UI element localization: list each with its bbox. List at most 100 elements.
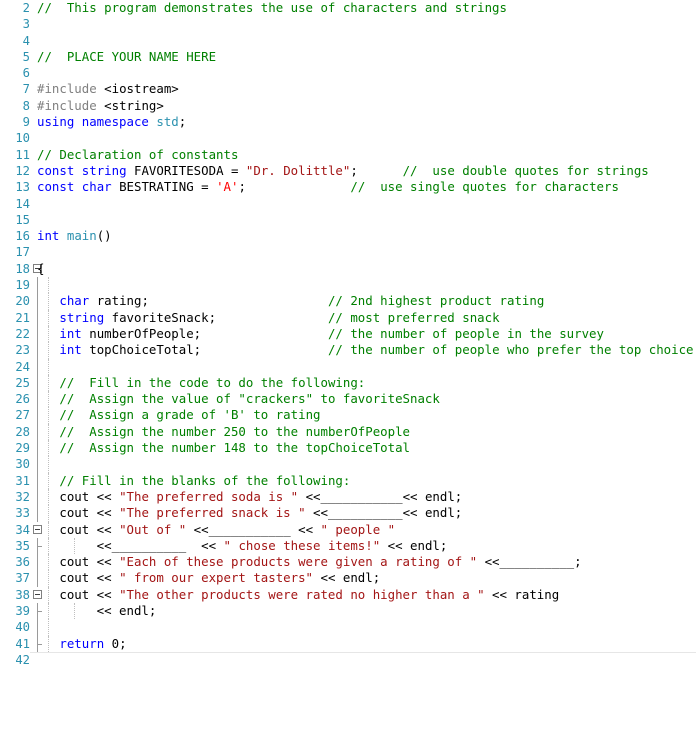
line-number: 29 xyxy=(15,441,30,456)
editor-line[interactable]: 37 cout << " from our expert tasters" <<… xyxy=(0,570,696,587)
editor-line[interactable]: 23 int topChoiceTotal; // the number of … xyxy=(0,342,696,359)
line-number: 2 xyxy=(22,1,30,15)
line-content: const char BESTRATING = 'A'; // use sing… xyxy=(37,179,619,195)
line-content: { xyxy=(37,260,45,276)
editor-line[interactable]: 8 #include <string> xyxy=(0,98,696,114)
line-number: 8 xyxy=(22,98,30,113)
line-content: // Fill in the code to do the following: xyxy=(59,374,366,390)
line-number: 11 xyxy=(15,147,30,162)
editor-line[interactable]: 5 // PLACE YOUR NAME HERE xyxy=(0,49,696,65)
editor-line[interactable]: 3 xyxy=(0,16,696,32)
editor-line[interactable]: 17 xyxy=(0,244,696,260)
line-content: // Fill in the blanks of the following: xyxy=(59,472,351,488)
editor-line[interactable]: 7 #include <iostream> xyxy=(0,81,696,97)
line-number: 40 xyxy=(15,620,30,635)
editor-line[interactable]: 35 <<__________ << " chose these items!"… xyxy=(0,537,696,555)
editor-line[interactable]: 40 xyxy=(0,619,696,636)
line-content: << endl; xyxy=(37,602,157,618)
line-number: 39 xyxy=(15,603,30,618)
line-number: 28 xyxy=(15,424,30,439)
editor-line[interactable]: 41 return 0; xyxy=(0,635,696,652)
editor-line[interactable]: 22 int numberOfPeople; // the number of … xyxy=(0,325,696,343)
line-content: cout << "The other products were rated n… xyxy=(37,586,560,602)
editor-line[interactable]: 38 cout << "The other products were rate… xyxy=(0,586,696,603)
editor-line[interactable]: 2 // This program demonstrates the use o… xyxy=(0,0,696,16)
line-content: #include <iostream> xyxy=(37,81,179,97)
line-content: cout << "The preferred snack is " <<____… xyxy=(37,505,463,521)
line-content: using namespace std; xyxy=(37,114,187,130)
editor-line[interactable]: 29 // Assign the number 148 to the topCh… xyxy=(0,440,696,457)
line-content: // Assign the value of "crackers" to fav… xyxy=(59,391,440,407)
editor-line[interactable]: 42 xyxy=(0,652,696,668)
line-number: 37 xyxy=(15,571,30,586)
line-content: // This program demonstrates the use of … xyxy=(37,0,507,15)
fold-scope-line xyxy=(37,619,38,636)
line-number: 22 xyxy=(15,326,30,341)
line-number: 35 xyxy=(15,538,30,553)
editor-line[interactable]: 9 using namespace std; xyxy=(0,114,696,130)
editor-line[interactable]: 27 // Assign a grade of 'B' to rating xyxy=(0,407,696,424)
line-number: 16 xyxy=(15,229,30,244)
line-number: 38 xyxy=(15,587,30,602)
line-content: cout << "Out of " <<___________ << " peo… xyxy=(37,521,396,537)
editor-line[interactable]: 10 xyxy=(0,130,696,146)
editor-line[interactable]: 11 // Declaration of constants xyxy=(0,147,696,163)
line-number: 10 xyxy=(15,131,30,146)
editor-line[interactable]: 25 // Fill in the code to do the followi… xyxy=(0,374,696,392)
editor-line[interactable]: 36 cout << "Each of these products were … xyxy=(0,554,696,571)
line-number: 23 xyxy=(15,343,30,358)
line-content: // Assign the number 148 to the topChoic… xyxy=(59,440,411,456)
editor-line[interactable]: 34 cout << "Out of " <<___________ << " … xyxy=(0,521,696,538)
editor-line[interactable]: 32 cout << "The preferred soda is " <<__… xyxy=(0,488,696,506)
editor-line[interactable]: 13 const char BESTRATING = 'A'; // use s… xyxy=(0,179,696,195)
code-editor[interactable]: 2 // This program demonstrates the use o… xyxy=(0,0,696,667)
line-number: 36 xyxy=(15,555,30,570)
line-content: cout << " from our expert tasters" << en… xyxy=(37,570,381,586)
editor-line[interactable]: 12 const string FAVORITESODA = "Dr. Doli… xyxy=(0,163,696,179)
fold-scope-line xyxy=(37,456,38,473)
editor-line[interactable]: 39 << endl; xyxy=(0,602,696,620)
line-number: 18 xyxy=(15,261,30,276)
editor-line[interactable]: 6 xyxy=(0,65,696,81)
editor-line[interactable]: 16 int main() xyxy=(0,228,696,244)
editor-line[interactable]: 18 { xyxy=(0,261,696,277)
line-number: 25 xyxy=(15,375,30,390)
editor-line[interactable]: 30 xyxy=(0,456,696,473)
line-content: int numberOfPeople; // the number of peo… xyxy=(59,325,604,341)
editor-line[interactable]: 33 cout << "The preferred snack is " <<_… xyxy=(0,505,696,522)
fold-column xyxy=(30,619,48,636)
indent-guide xyxy=(48,456,49,473)
editor-line[interactable]: 15 xyxy=(0,212,696,228)
line-content: char rating; // 2nd highest product rati… xyxy=(59,293,545,309)
editor-line[interactable]: 28 // Assign the number 250 to the numbe… xyxy=(0,423,696,441)
editor-line[interactable]: 31 // Fill in the blanks of the followin… xyxy=(0,472,696,489)
line-number: 5 xyxy=(22,49,30,64)
line-content: const string FAVORITESODA = "Dr. Dolittl… xyxy=(37,162,649,178)
line-number: 12 xyxy=(15,163,30,178)
line-content: // Declaration of constants xyxy=(37,146,239,162)
line-number: 26 xyxy=(15,392,30,407)
editor-line[interactable]: 19 xyxy=(0,277,696,294)
line-number: 7 xyxy=(22,82,30,97)
line-number: 20 xyxy=(15,294,30,309)
fold-column xyxy=(30,456,48,473)
indent-guide xyxy=(48,358,49,375)
editor-line[interactable]: 26 // Assign the value of "crackers" to … xyxy=(0,391,696,408)
line-number: 14 xyxy=(15,196,30,211)
line-number: 42 xyxy=(15,652,30,667)
line-number: 15 xyxy=(15,212,30,227)
editor-line[interactable]: 20 char rating; // 2nd highest product r… xyxy=(0,293,696,310)
line-number: 17 xyxy=(15,245,30,260)
line-number: 3 xyxy=(22,17,30,32)
line-number: 24 xyxy=(15,359,30,374)
line-content: // Assign a grade of 'B' to rating xyxy=(59,407,321,423)
line-number: 41 xyxy=(15,636,30,651)
fold-column xyxy=(30,358,48,375)
editor-line[interactable]: 4 xyxy=(0,33,696,49)
line-number: 9 xyxy=(22,115,30,130)
editor-line[interactable]: 14 xyxy=(0,196,696,212)
editor-line[interactable]: 24 xyxy=(0,358,696,375)
editor-line[interactable]: 21 string favoriteSnack; // most preferr… xyxy=(0,309,696,326)
line-number: 19 xyxy=(15,278,30,293)
fold-scope-line xyxy=(37,277,38,294)
